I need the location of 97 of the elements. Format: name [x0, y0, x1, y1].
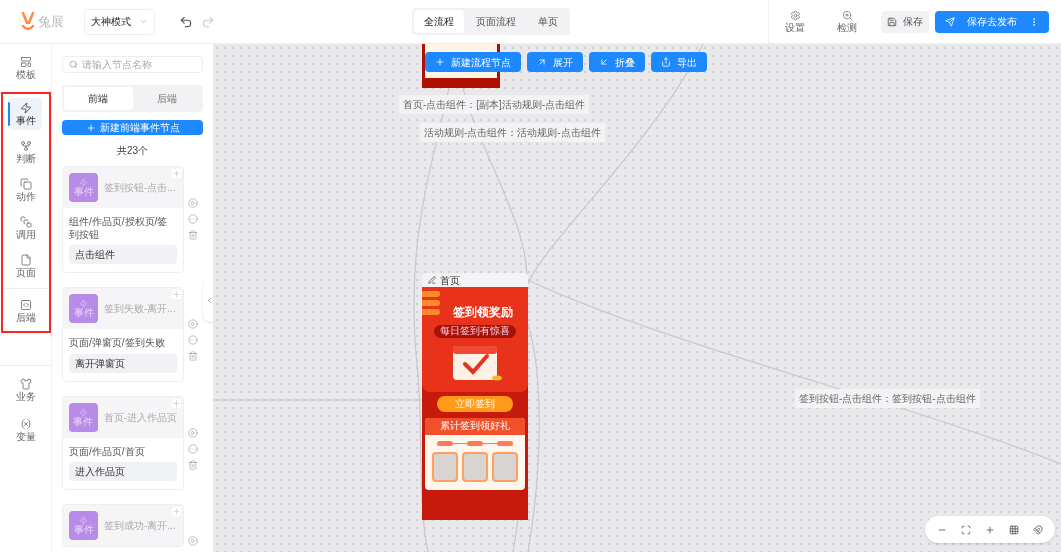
- rail-item[interactable]: 业务: [9, 374, 42, 406]
- prize-photo-placeholder: [492, 451, 518, 482]
- delete-icon[interactable]: [188, 230, 198, 240]
- edge-label: 签到按钮-点击组件：签到按钮-点击组件: [795, 389, 980, 408]
- search-field[interactable]: 请输入节点名称: [62, 56, 203, 73]
- settings-icon: [789, 10, 801, 21]
- more-icon[interactable]: [188, 214, 198, 224]
- grid-icon[interactable]: [1009, 524, 1019, 535]
- fit-view-icon[interactable]: [961, 524, 971, 535]
- node-header[interactable]: 首页: [422, 273, 528, 287]
- add-icon[interactable]: [172, 507, 181, 516]
- event-icon: [19, 102, 32, 114]
- side-tabs-drawing: [422, 291, 440, 315]
- rail-item[interactable]: 页面: [9, 250, 42, 282]
- card-title: 签到成功-离开...: [104, 519, 176, 533]
- rail-item[interactable]: 动作: [9, 174, 42, 206]
- toolbar-tool[interactable]: 设置: [769, 10, 821, 33]
- save-icon: [887, 16, 897, 27]
- magnifier-icon: [841, 10, 853, 21]
- panel-tab[interactable]: 后端: [132, 87, 201, 110]
- rail-item[interactable]: 事件: [9, 98, 42, 130]
- send-icon: [945, 16, 955, 27]
- prize-photo-placeholder: [432, 451, 458, 482]
- logo-text: 兔展: [38, 12, 64, 31]
- publish-button[interactable]: 保存去发布: [935, 10, 1049, 33]
- action-tag: 点击组件: [69, 245, 177, 264]
- preview-subline: 每日签到有惊喜: [434, 325, 516, 338]
- card-path: 页面/作品页/首页: [69, 445, 146, 458]
- action-tag: 进入作品页: [69, 462, 177, 481]
- tool-label: 检测: [837, 23, 857, 33]
- more-icon[interactable]: [188, 443, 198, 454]
- rail-item[interactable]: 判断: [9, 136, 42, 168]
- branch-icon: [19, 140, 32, 152]
- event-badge: 事件: [69, 402, 98, 432]
- collapse-icon: [599, 57, 609, 67]
- search-icon: [69, 60, 78, 69]
- more-icon[interactable]: [188, 335, 198, 345]
- pen-icon: [428, 276, 436, 284]
- edge-label: 活动规则-点击组件：活动规则-点击组件: [420, 123, 605, 142]
- delete-icon[interactable]: [188, 351, 198, 361]
- view-tab[interactable]: 全流程: [413, 10, 464, 33]
- zoom-in-icon[interactable]: [985, 524, 995, 535]
- search-input[interactable]: 请输入节点名称: [82, 57, 196, 72]
- add-icon[interactable]: [172, 169, 181, 178]
- template-icon: [19, 56, 32, 68]
- play-icon[interactable]: [188, 319, 198, 329]
- canvas-tool-button[interactable]: 折叠: [589, 52, 645, 72]
- expand-icon: [537, 57, 547, 67]
- canvas-tool-button[interactable]: 导出: [651, 52, 707, 72]
- rabbit-logo-icon: [20, 11, 36, 32]
- tool-label: 设置: [785, 23, 805, 33]
- rail-item[interactable]: 模板: [9, 52, 42, 84]
- card-title: 签到按钮-点击...: [104, 181, 176, 195]
- rail-item[interactable]: 调用: [9, 212, 42, 244]
- event-card[interactable]: 事件 签到按钮-点击... 组件/作品页/授权页/签到按钮 点击组件: [62, 166, 184, 273]
- canvas-tool-button[interactable]: 展开: [527, 52, 583, 72]
- action-tag: 离开弹窗页: [69, 353, 177, 373]
- play-icon[interactable]: [188, 536, 198, 546]
- prize-photo-placeholder: [462, 451, 488, 482]
- magnet-icon[interactable]: [1033, 524, 1043, 535]
- card-title: 签到失败-离开...: [104, 302, 176, 316]
- mode-select[interactable]: 大神模式: [84, 8, 155, 35]
- play-icon[interactable]: [188, 198, 198, 208]
- add-icon[interactable]: [172, 398, 181, 408]
- variable-icon: [19, 418, 32, 430]
- card-path: 页面/弹窗页/签到失败: [69, 337, 166, 350]
- add-icon[interactable]: [172, 290, 181, 299]
- section-title: 累计签到领好礼: [425, 418, 525, 435]
- rail-item[interactable]: 变量: [9, 414, 42, 446]
- add-icon: [435, 57, 445, 67]
- chevron-down-icon: [139, 17, 148, 26]
- rail-item[interactable]: 后端: [9, 295, 42, 327]
- event-card[interactable]: 事件 首页-进入作品页 页面/作品页/首页 进入作品页: [62, 395, 184, 490]
- plus-icon: [85, 122, 96, 133]
- page-icon: [19, 254, 32, 266]
- preview-headline: 签到领奖励: [453, 304, 513, 321]
- save-button[interactable]: 保存: [881, 10, 929, 33]
- event-badge: 事件: [69, 511, 98, 540]
- node-count: 共23个: [115, 144, 150, 158]
- undo-icon[interactable]: [179, 14, 193, 29]
- view-tab[interactable]: 单页: [527, 10, 568, 33]
- panel-tab[interactable]: 前端: [64, 87, 133, 110]
- event-badge: 事件: [69, 294, 98, 323]
- event-card[interactable]: 事件 签到失败-离开... 页面/弹窗页/签到失败 离开弹窗页: [62, 287, 184, 382]
- chevron-left-icon: [205, 296, 213, 304]
- card-title: 首页-进入作品页: [103, 410, 177, 425]
- play-icon[interactable]: [188, 427, 198, 438]
- delete-icon[interactable]: [188, 459, 198, 470]
- new-node-button[interactable]: 新建前端事件节点: [62, 120, 203, 135]
- edge-label: 首页-点击组件：[副本]活动规则-点击组件: [399, 95, 590, 114]
- canvas-tool-button[interactable]: 新建流程节点: [425, 52, 521, 72]
- card-path: 组件/作品页/授权页/签到按钮: [69, 216, 169, 241]
- view-tab[interactable]: 页面流程: [465, 10, 526, 33]
- export-icon: [661, 57, 671, 67]
- event-badge: 事件: [69, 173, 98, 202]
- toolbar-tool[interactable]: 检测: [821, 10, 873, 33]
- redo-icon[interactable]: [201, 14, 215, 29]
